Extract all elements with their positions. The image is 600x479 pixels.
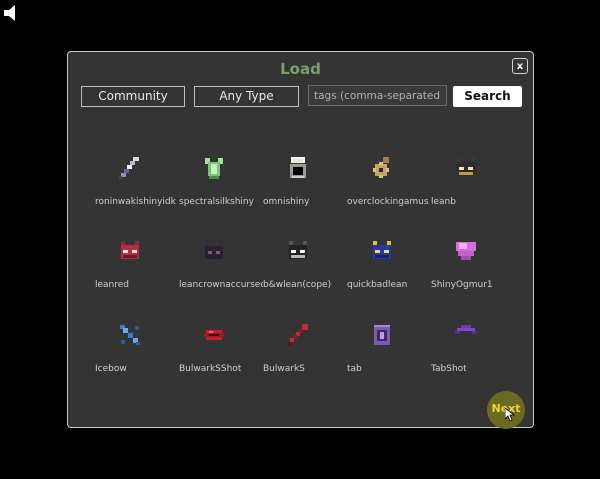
grid-item[interactable]: ShinyOgmur1 (431, 238, 515, 318)
dialog-title: Load (280, 60, 321, 78)
mouse-cursor-icon (505, 408, 515, 422)
dagger-icon (119, 157, 139, 179)
grid-item[interactable]: Icebow (95, 322, 179, 402)
grid-item[interactable]: BulwarkS (263, 322, 347, 402)
tags-input[interactable] (308, 85, 447, 106)
cat-helm-icon (457, 158, 475, 176)
green-armor-icon (205, 158, 223, 179)
grid-item[interactable]: roninwakishinyidk (95, 155, 179, 235)
dark-crown-icon (205, 241, 223, 259)
item-label: leancrownaccursed (179, 280, 263, 290)
item-label: roninwakishinyidk (95, 197, 176, 207)
item-label: omnishiny (263, 197, 310, 207)
pink-shield-icon (455, 240, 477, 260)
item-label: ShinyOgmur1 (431, 280, 493, 290)
purple-cap-icon (455, 325, 477, 334)
grid-item[interactable]: spectralsilkshiny (179, 155, 263, 235)
purple-tab-icon (374, 325, 390, 345)
item-label: overclockingamus (347, 197, 429, 207)
item-label: leanb (431, 197, 456, 207)
item-label: BulwarkSShot (179, 364, 242, 374)
item-label: quickbadlean (347, 280, 408, 290)
grid-item[interactable]: leanred (95, 238, 179, 318)
item-label: Icebow (95, 364, 127, 374)
grid-item[interactable]: TabShot (431, 322, 515, 402)
speaker-icon[interactable] (4, 5, 18, 21)
source-dropdown[interactable]: Community (81, 86, 185, 107)
load-dialog: Load x Community Any Type Search roninwa… (67, 51, 534, 429)
grid-item[interactable]: tab (347, 322, 431, 402)
item-label: tab (347, 364, 362, 374)
ice-bow-icon (120, 325, 140, 345)
grid-item[interactable]: BulwarkSShot (179, 322, 263, 402)
item-label: leanred (95, 280, 130, 290)
grid-item[interactable]: overclockingamus (347, 155, 431, 235)
close-button[interactable]: x (512, 58, 528, 74)
type-dropdown[interactable]: Any Type (194, 86, 299, 107)
grid-item[interactable]: quickbadlean (347, 238, 431, 318)
search-button[interactable]: Search (453, 86, 522, 107)
red-staff-icon (287, 324, 308, 346)
grid-item[interactable]: leanb (431, 155, 515, 235)
item-label: spectralsilkshiny (179, 197, 254, 207)
bw-helm-icon (289, 241, 307, 259)
item-label: TabShot (431, 364, 467, 374)
item-label: BulwarkS (263, 364, 305, 374)
grid-item[interactable]: omnishiny (263, 155, 347, 235)
blue-helm-icon (373, 241, 391, 259)
gear-amulet-icon (373, 157, 389, 178)
red-helm-icon (121, 241, 139, 259)
grid-item[interactable]: b&wlean(cope) (263, 238, 347, 318)
item-label: b&wlean(cope) (263, 280, 332, 290)
red-lips-icon (204, 330, 224, 340)
shiny-ring-icon (290, 157, 306, 178)
grid-item[interactable]: leancrownaccursed (179, 238, 263, 318)
